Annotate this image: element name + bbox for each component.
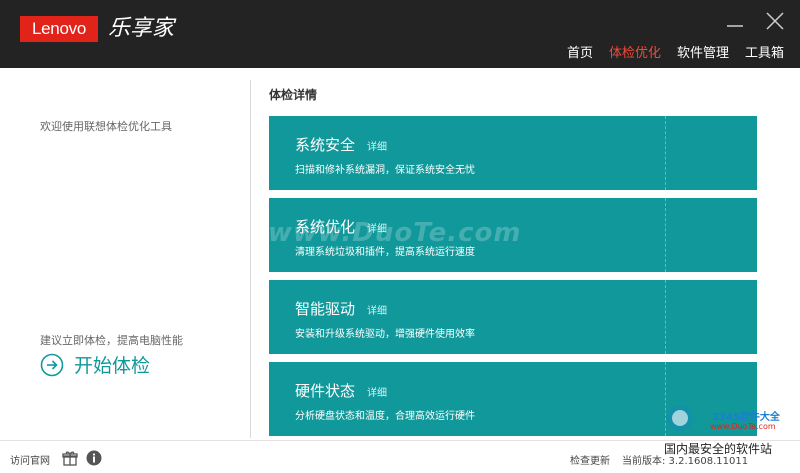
card-desc: 扫描和修补系统漏洞，保证系统安全无忧: [295, 165, 475, 176]
corner-watermark: 2345软件大全 www.DuoTe.com 国内最安全的软件站: [650, 400, 800, 472]
detail-title: 体检详情: [269, 88, 318, 102]
card-system-security[interactable]: 系统安全 详细 扫描和修补系统漏洞，保证系统安全无忧: [269, 116, 757, 190]
nav-checkup[interactable]: 体检优化: [609, 44, 661, 64]
card-detail-link[interactable]: 详细: [367, 384, 387, 399]
card-detail-link[interactable]: 详细: [367, 138, 387, 153]
main-nav: 首页 体检优化 软件管理 工具箱: [551, 44, 784, 64]
card-divider: [665, 280, 666, 354]
title-bar: Lenovo 乐享家 首页 体检优化 软件管理 工具箱: [0, 0, 800, 68]
nav-home[interactable]: 首页: [567, 44, 593, 64]
corner-slogan: 国内最安全的软件站: [664, 442, 773, 456]
start-checkup-button[interactable]: 开始体检: [40, 351, 150, 378]
nav-software[interactable]: 软件管理: [677, 44, 729, 64]
card-detail-link[interactable]: 详细: [367, 220, 387, 235]
panel-divider: [250, 80, 251, 438]
card-system-optimize[interactable]: 系统优化 详细 清理系统垃圾和插件，提高系统运行速度: [269, 198, 757, 272]
card-smart-driver[interactable]: 智能驱动 详细 安装和升级系统驱动，增强硬件使用效率: [269, 280, 757, 354]
close-button[interactable]: [762, 8, 788, 34]
card-divider: [665, 116, 666, 190]
minimize-icon: [727, 25, 743, 27]
minimize-button[interactable]: [722, 8, 748, 34]
site-logo-icon: [667, 405, 693, 431]
welcome-text: 欢迎使用联想体检优化工具: [40, 120, 172, 133]
visit-site-link[interactable]: 访问官网: [10, 452, 50, 467]
close-icon: [766, 12, 784, 30]
card-title: 系统安全: [295, 136, 356, 154]
card-title: 智能驱动: [295, 300, 356, 318]
gift-icon[interactable]: [62, 450, 78, 466]
card-detail-link[interactable]: 详细: [367, 302, 387, 317]
card-title: 系统优化: [295, 218, 356, 236]
card-desc: 清理系统垃圾和插件，提高系统运行速度: [295, 247, 475, 258]
arrow-circle-icon: [40, 353, 64, 376]
left-panel: 欢迎使用联想体检优化工具 建议立即体检，提高电脑性能 开始体检: [0, 68, 250, 440]
app-name: 乐享家: [108, 16, 175, 41]
suggest-text: 建议立即体检，提高电脑性能: [40, 334, 183, 347]
card-desc: 分析硬盘状态和温度，合理高效运行硬件: [295, 411, 475, 422]
lenovo-logo: Lenovo: [20, 16, 98, 42]
card-title: 硬件状态: [295, 382, 356, 400]
nav-toolbox[interactable]: 工具箱: [745, 44, 784, 64]
info-icon[interactable]: [86, 450, 102, 466]
check-update-link[interactable]: 检查更新: [570, 452, 610, 467]
corner-brand: 2345软件大全: [712, 412, 780, 423]
start-checkup-label: 开始体检: [74, 355, 151, 377]
corner-url: www.DuoTe.com: [710, 422, 776, 431]
card-desc: 安装和升级系统驱动，增强硬件使用效率: [295, 329, 475, 340]
card-divider: [665, 198, 666, 272]
